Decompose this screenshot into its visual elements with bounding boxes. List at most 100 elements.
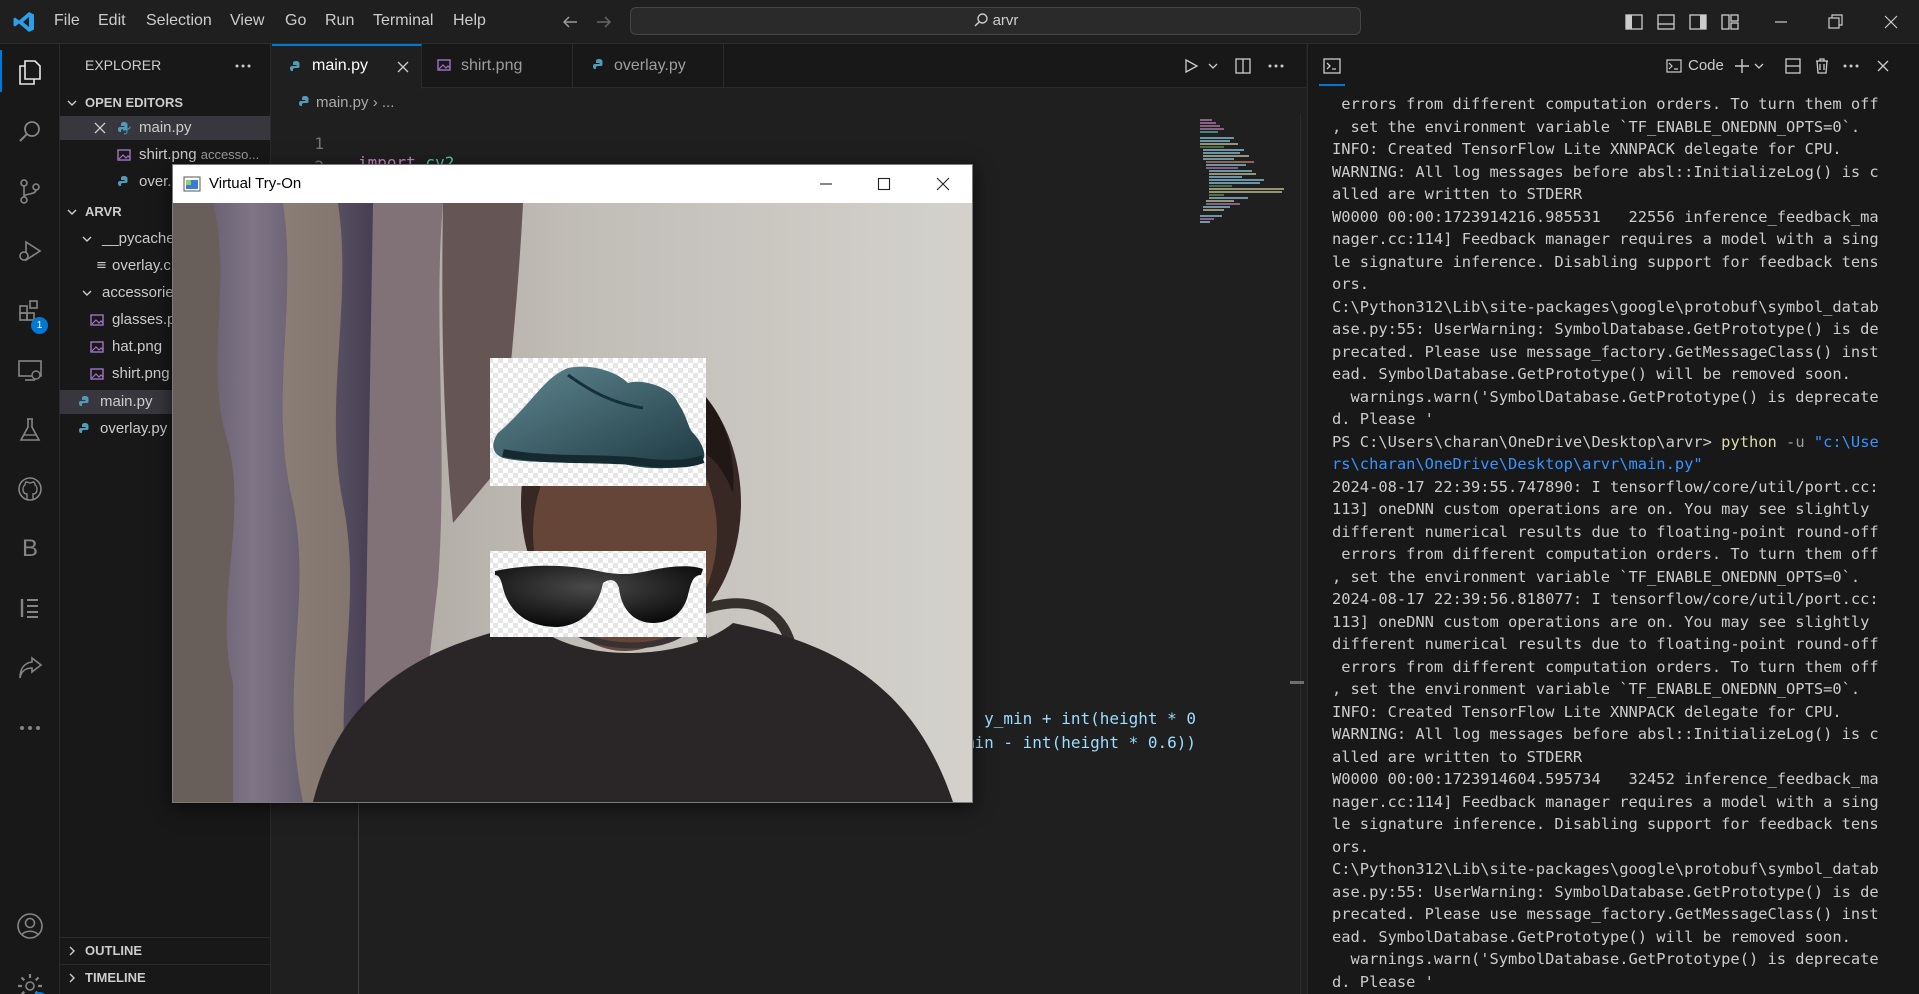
menu-go[interactable]: Go	[285, 12, 306, 30]
menu-terminal[interactable]: Terminal	[373, 12, 433, 30]
menu-selection[interactable]: Selection	[146, 12, 212, 30]
run-debug-button[interactable]	[0, 227, 60, 275]
chevron-down-icon[interactable]	[65, 96, 79, 110]
command-center-search[interactable]: arvr	[630, 7, 1361, 35]
back-arrow-icon[interactable]	[561, 13, 579, 31]
terminal-name[interactable]: Code	[1688, 57, 1724, 74]
try-on-title: Virtual Try-On	[209, 175, 302, 192]
more-actions-icon[interactable]	[1841, 58, 1861, 74]
terminal-line: different numerical results due to float…	[1332, 522, 1879, 541]
chevron-down-icon[interactable]	[80, 232, 94, 246]
customize-layout-icon[interactable]	[1720, 12, 1740, 32]
close-panel-icon[interactable]	[1875, 58, 1891, 74]
tab-overlay-label: overlay.py	[614, 57, 686, 74]
webcam-image	[173, 203, 972, 802]
python-file-icon	[79, 396, 89, 406]
maximize-icon[interactable]	[876, 176, 892, 192]
new-terminal-icon[interactable]	[1733, 57, 1751, 75]
open-editor-shirt-detail: accesso...	[200, 147, 260, 162]
testing-button[interactable]	[0, 406, 60, 454]
elementor-button[interactable]	[0, 584, 60, 632]
tree-main[interactable]: main.py	[100, 393, 153, 410]
minimap[interactable]	[1194, 114, 1300, 994]
outline-header[interactable]: OUTLINE	[85, 943, 142, 958]
chevron-down-icon[interactable]	[65, 205, 79, 219]
more-views-button[interactable]	[0, 704, 60, 752]
chevron-right-icon[interactable]	[65, 971, 79, 985]
trash-icon[interactable]	[1813, 57, 1831, 75]
extensions-button[interactable]: 1	[0, 287, 60, 335]
open-editors-header[interactable]: OPEN EDITORS	[85, 95, 183, 110]
close-editor-icon[interactable]	[93, 121, 107, 135]
menu-edit[interactable]: Edit	[98, 12, 126, 30]
timeline-header[interactable]: TIMELINE	[85, 970, 146, 985]
terminal-command: python	[1721, 432, 1777, 451]
toggle-primary-sidebar-icon[interactable]	[1624, 12, 1644, 32]
breadcrumb-file[interactable]: main.py	[316, 94, 369, 111]
menu-file[interactable]: File	[54, 12, 80, 30]
more-actions-icon[interactable]	[1266, 58, 1286, 74]
accounts-button[interactable]	[0, 902, 60, 950]
tree-shirt[interactable]: shirt.png	[112, 365, 170, 382]
scrollbar-position-marker[interactable]	[1290, 681, 1304, 684]
terminal-line: INFO: Created TensorFlow Lite XNNPACK de…	[1332, 140, 1842, 158]
vscode-logo-icon	[13, 12, 34, 32]
python-file-icon	[79, 423, 89, 433]
tree-overlay[interactable]: overlay.py	[100, 420, 167, 437]
folder-header[interactable]: ARVR	[85, 204, 122, 219]
chevron-down-icon[interactable]	[1207, 61, 1219, 71]
explorer-button[interactable]	[0, 48, 60, 96]
virtual-try-on-window[interactable]: Virtual Try-On	[172, 164, 973, 803]
minimize-icon[interactable]	[1771, 12, 1791, 32]
open-editor-shirt-name: shirt.png	[139, 146, 197, 163]
terminal-line: , set the environment variable `TF_ENABL…	[1332, 117, 1861, 136]
run-python-icon[interactable]	[1183, 58, 1199, 74]
explorer-more-icon[interactable]	[233, 58, 253, 74]
terminal-line: W0000 00:00:1723914604.595734 32452 infe…	[1332, 770, 1879, 788]
restore-icon[interactable]	[1825, 12, 1845, 32]
toggle-secondary-sidebar-icon[interactable]	[1688, 12, 1708, 32]
github-icon	[18, 477, 42, 501]
github-button[interactable]	[0, 465, 60, 513]
image-file-icon	[90, 341, 104, 353]
code-line[interactable]: 1 import cv2	[272, 115, 1272, 172]
split-terminal-icon[interactable]	[1784, 57, 1802, 75]
code-line[interactable]: 2 import mediapipe as mp	[272, 138, 1272, 195]
chevron-down-icon[interactable]	[1753, 61, 1765, 71]
account-icon	[17, 913, 43, 939]
menu-run[interactable]: Run	[325, 12, 354, 30]
live-share-button[interactable]	[0, 644, 60, 692]
minimize-icon[interactable]	[818, 176, 834, 192]
tree-accessories[interactable]: accessories	[102, 284, 181, 301]
source-control-button[interactable]	[0, 167, 60, 215]
toggle-panel-icon[interactable]	[1656, 12, 1676, 32]
terminal-icon[interactable]	[1323, 57, 1341, 75]
explorer-title: EXPLORER	[85, 57, 162, 73]
tab-shirt-png[interactable]: shirt.png	[423, 44, 573, 88]
tab-main-py[interactable]: main.py	[272, 44, 422, 89]
close-tab-icon[interactable]	[396, 60, 410, 74]
tab-overlay-py[interactable]: overlay.py	[574, 44, 724, 88]
terminal-line: alled are written to STDERR	[1332, 185, 1583, 203]
breadcrumb-symbol[interactable]: ...	[382, 94, 395, 111]
menu-help[interactable]: Help	[453, 12, 486, 30]
terminal-line: 2024-08-17 22:39:56.818077: I tensorflow…	[1332, 590, 1879, 608]
chevron-right-icon[interactable]	[65, 944, 79, 958]
b-extension-button[interactable]: B	[0, 525, 60, 573]
close-window-icon[interactable]	[1881, 12, 1901, 32]
try-on-title-bar[interactable]: Virtual Try-On	[173, 165, 972, 203]
chevron-down-icon[interactable]	[80, 286, 94, 300]
webcam-frame	[173, 203, 972, 802]
tree-hat[interactable]: hat.png	[112, 338, 162, 355]
terminal-line: ors.	[1332, 837, 1370, 856]
open-editor-shirt-label[interactable]: shirt.png accesso...	[139, 146, 259, 163]
remote-explorer-button[interactable]	[0, 346, 60, 394]
search-view-button[interactable]	[0, 108, 60, 156]
terminal-line: warnings.warn('SymbolDatabase.GetPrototy…	[1332, 387, 1879, 406]
menu-view[interactable]: View	[230, 12, 264, 30]
split-editor-icon[interactable]	[1234, 57, 1252, 75]
tab-main-label: main.py	[312, 57, 369, 74]
close-icon[interactable]	[935, 176, 951, 192]
forward-arrow-icon[interactable]	[595, 13, 613, 31]
manage-button[interactable]: 1	[0, 962, 60, 994]
